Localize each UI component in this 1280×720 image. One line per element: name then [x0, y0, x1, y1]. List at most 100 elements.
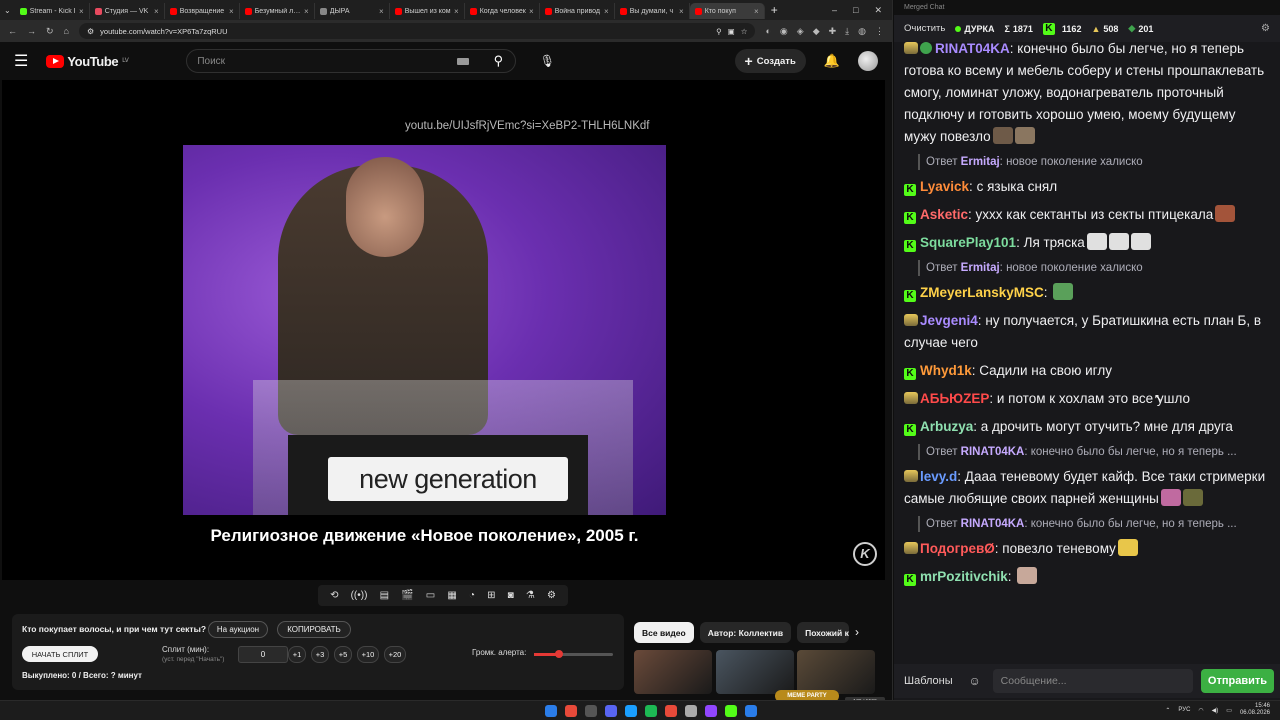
zoom-icon[interactable]: ⚲	[716, 27, 722, 36]
taskbar-app-icon[interactable]	[545, 704, 557, 717]
taskbar-app-icon[interactable]	[625, 704, 637, 717]
chat-message[interactable]: K ZMeyerLanskyMSC:	[904, 282, 1270, 304]
settings-gear-icon[interactable]: ⚙	[547, 590, 556, 601]
increment-button[interactable]: +20	[384, 646, 406, 663]
tab-close-icon[interactable]: ×	[754, 7, 759, 16]
browser-tab[interactable]: Когда человек ×	[465, 3, 540, 19]
chat-username[interactable]: ПодогревØ	[920, 541, 995, 556]
search-input[interactable]: Поиск	[197, 56, 225, 67]
alert-volume-slider[interactable]	[534, 650, 613, 658]
reply-reference[interactable]: Ответ RINAT04KA: конечно было бы легче, …	[918, 444, 1270, 460]
taskbar-app-icon[interactable]	[665, 704, 677, 717]
increment-button[interactable]: +10	[357, 646, 379, 663]
increment-button[interactable]: +5	[334, 646, 352, 663]
chat-username[interactable]: Jevgeni4	[920, 313, 978, 328]
chat-message[interactable]: KmrPozitivchik:	[904, 566, 1270, 588]
chat-message[interactable]: K Lyavick: с языка снял	[904, 176, 1270, 198]
menu-icon[interactable]: ☰	[14, 51, 28, 71]
youtube-logo[interactable]: YouTube LV	[46, 54, 129, 69]
chat-message[interactable]: levy.d: Дааа теневому будет кайф. Все та…	[904, 466, 1270, 510]
browser-tab[interactable]: Студия — VK ×	[90, 3, 165, 19]
tab-close-icon[interactable]: ×	[679, 7, 684, 16]
extension-icon[interactable]: ◆	[813, 26, 820, 37]
templates-button[interactable]: Шаблоны	[900, 675, 957, 687]
chat-username[interactable]: Asketic	[920, 207, 968, 222]
chat-message[interactable]: K Asketic: ухxx как сектанты из секты пти…	[904, 204, 1270, 226]
video-thumbnail[interactable]	[634, 650, 712, 694]
chat-message[interactable]: ПодогревØ: повезло теневому	[904, 538, 1270, 560]
browser-tab[interactable]: Война привод ×	[540, 3, 615, 19]
battery-icon[interactable]: ▭	[1226, 707, 1232, 714]
new-tab-button[interactable]: +	[771, 3, 778, 17]
tab-close-icon[interactable]: ×	[454, 7, 459, 16]
notifications-bell-icon[interactable]: 🔔	[824, 53, 840, 69]
tab-close-icon[interactable]: ×	[304, 7, 309, 16]
speed-icon[interactable]: ◔	[469, 590, 475, 601]
taskbar-app-icon[interactable]	[605, 704, 617, 717]
split-minutes-input[interactable]: 0	[238, 646, 288, 663]
broadcast-icon[interactable]: ((•))	[351, 590, 368, 601]
reply-reference[interactable]: Ответ Ermitaj: новое поколение халиско	[918, 260, 1270, 276]
increment-button[interactable]: +1	[288, 646, 306, 663]
video-thumbnail[interactable]	[716, 650, 794, 694]
loop-icon[interactable]: ⟲	[330, 590, 338, 601]
tab-close-icon[interactable]: ×	[379, 7, 384, 16]
taskbar-app-icon[interactable]	[585, 704, 597, 717]
browser-tab[interactable]: Возвращение ×	[165, 3, 240, 19]
tab-close-icon[interactable]: ×	[529, 7, 534, 16]
avatar[interactable]	[858, 51, 878, 71]
chat-message-input[interactable]: Сообщение...	[992, 669, 1193, 693]
chat-message[interactable]: K Arbuzya: а дрочить могут отучить? мне д…	[904, 416, 1270, 438]
chat-username[interactable]: Lyavick	[920, 179, 969, 194]
microphone-icon[interactable]: 🎙	[534, 48, 560, 74]
chevron-right-icon[interactable]: ›	[855, 625, 859, 639]
url-field[interactable]: ⚙ youtube.com/watch?v=XP6Ta7zqRUU ⚲ ▣ ☆	[78, 23, 756, 39]
taskbar-app-icon[interactable]	[685, 704, 697, 717]
close-window-button[interactable]: ✕	[874, 5, 882, 16]
video-player[interactable]: youtu.be/UIJsfRjVEmc?si=XeBP2-THLH6LNKdf…	[2, 80, 885, 580]
browser-tab[interactable]: Stream - Kick I ×	[15, 3, 90, 19]
search-box[interactable]: Поиск ⚲	[186, 49, 517, 73]
increment-button[interactable]: +3	[311, 646, 329, 663]
chat-username[interactable]: levy.d	[920, 469, 957, 484]
language-indicator[interactable]: РУС	[1178, 707, 1190, 713]
browser-tab[interactable]: ДЫРА ×	[315, 3, 390, 19]
chat-username[interactable]: mrPozitivchik	[920, 569, 1008, 584]
tab-list-icon[interactable]: ⌄	[4, 6, 11, 15]
browser-menu-icon[interactable]: ⋮	[875, 26, 884, 37]
chat-username[interactable]: Arbuzya	[920, 419, 973, 434]
extension-icon[interactable]: ◈	[797, 26, 804, 37]
maximize-button[interactable]: □	[853, 5, 858, 16]
chat-username[interactable]: Whyd1k	[920, 363, 972, 378]
extension-icon[interactable]: ◐	[765, 26, 770, 36]
chip-similar[interactable]: Похожий к	[797, 622, 850, 643]
translate-icon[interactable]: ▣	[728, 27, 735, 36]
picture-in-picture-icon[interactable]: ▭	[426, 590, 435, 601]
playlist-icon[interactable]: ▤	[380, 590, 389, 601]
send-button[interactable]: Отправить	[1200, 669, 1274, 693]
profile-icon[interactable]: ◍	[858, 26, 866, 37]
clapper-icon[interactable]: 🎬	[401, 590, 413, 601]
chat-message[interactable]: K Whyd1k: Садили на свою иглу	[904, 360, 1270, 382]
tab-close-icon[interactable]: ×	[229, 7, 234, 16]
chat-message[interactable]: АБЬЮZEP: и потом к хохлам это все ушло	[904, 388, 1270, 410]
reply-reference[interactable]: Ответ RINAT04KA: конечно было бы легче, …	[918, 516, 1270, 532]
flask-icon[interactable]: ⚗	[526, 590, 535, 601]
slider-knob[interactable]	[555, 650, 564, 658]
forward-icon[interactable]: →	[27, 26, 36, 36]
theater-icon[interactable]: ▦	[447, 590, 456, 601]
extensions-puzzle-icon[interactable]: ✚	[829, 26, 837, 37]
extension-icon[interactable]: ◉	[780, 26, 788, 37]
taskbar-app-icon[interactable]	[705, 704, 717, 717]
home-icon[interactable]: ⌂	[64, 26, 69, 36]
download-icon[interactable]: ⤓	[845, 26, 849, 37]
browser-tab[interactable]: Безумный лор ×	[240, 3, 315, 19]
chat-message[interactable]: Jevgeni4: ну получается, у Братишкина ес…	[904, 310, 1270, 354]
wifi-icon[interactable]: ◠	[1198, 707, 1203, 714]
chip-all-videos[interactable]: Все видео	[634, 622, 694, 643]
chat-message[interactable]: RINAT04KA: конечно было бы легче, но я т…	[904, 38, 1270, 148]
start-split-button[interactable]: НАЧАТЬ СПЛИТ	[22, 646, 98, 662]
browser-tab[interactable]: Вы думали, ч ×	[615, 3, 690, 19]
taskbar-app-icon[interactable]	[745, 704, 757, 717]
tab-close-icon[interactable]: ×	[604, 7, 609, 16]
